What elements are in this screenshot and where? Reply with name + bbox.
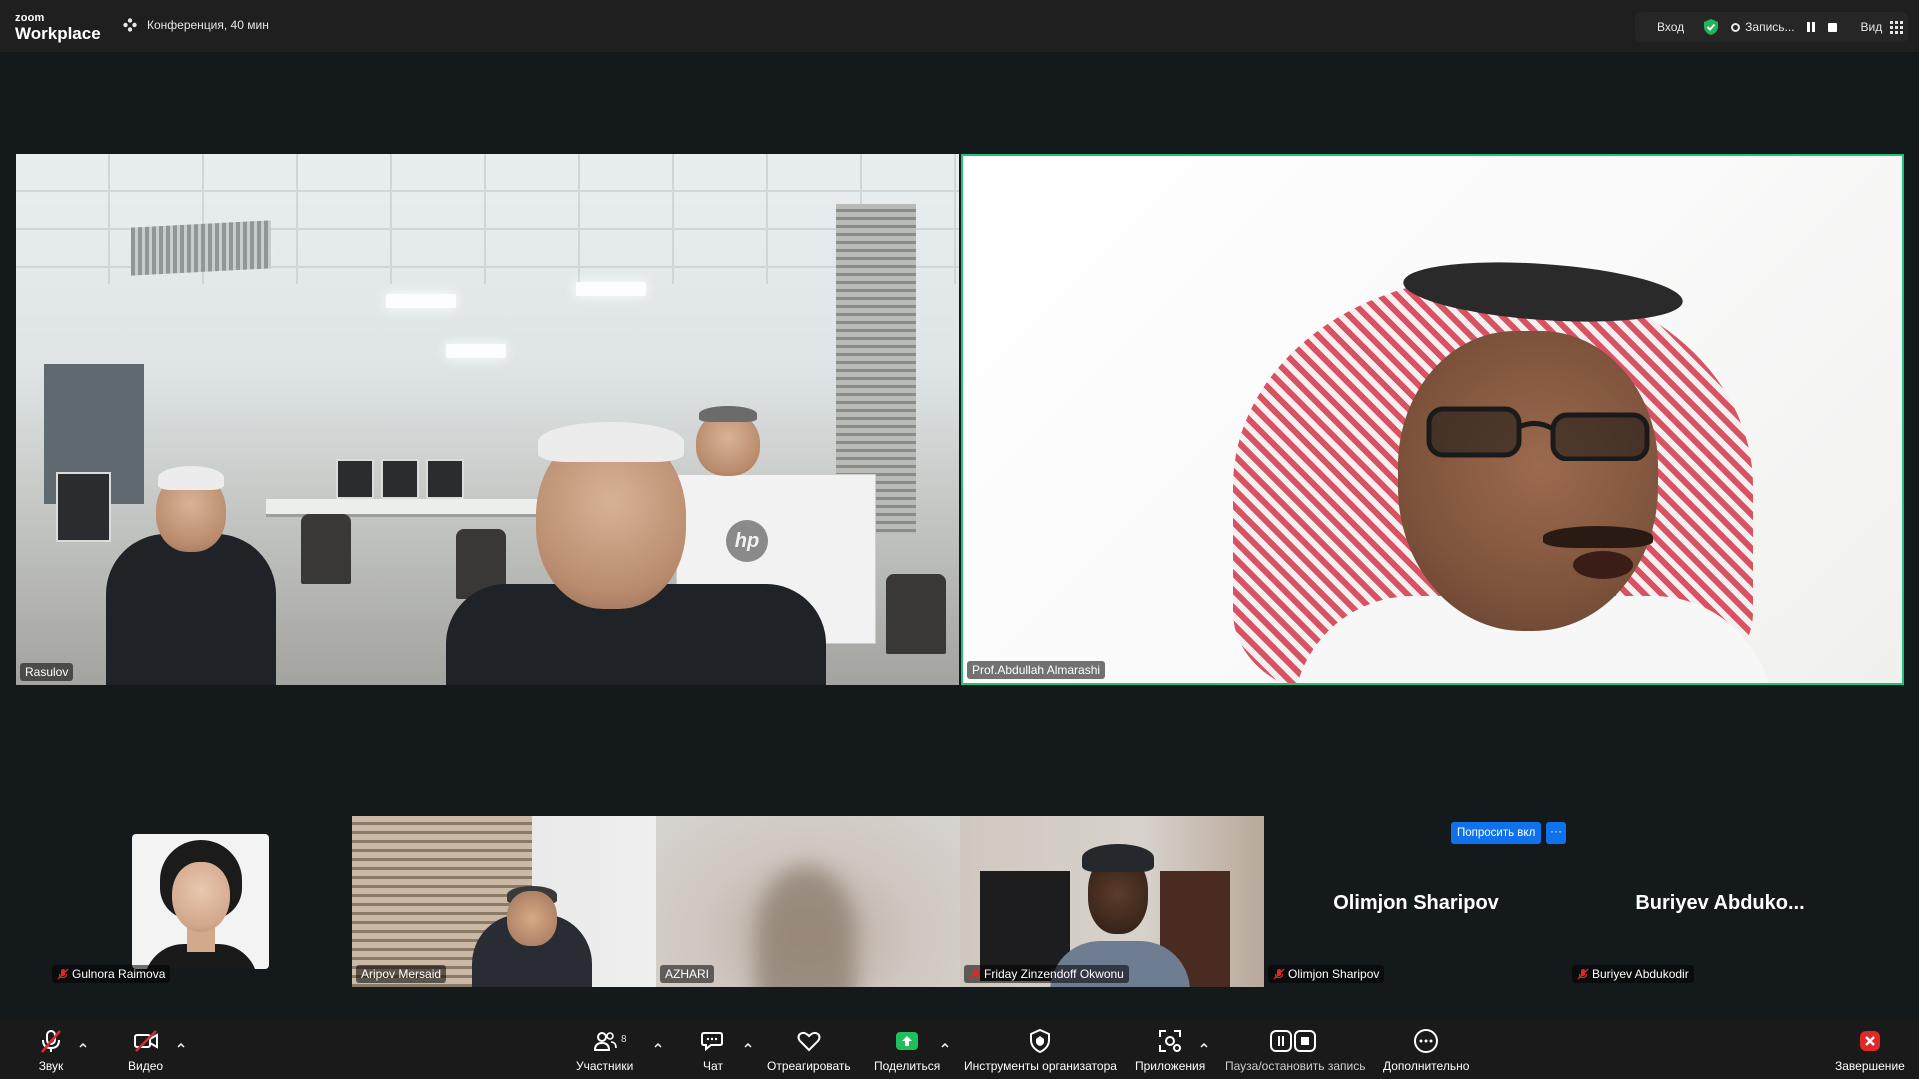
more-button[interactable]: Дополнительно: [1383, 1028, 1469, 1073]
participant-name-tag: Aripov Mersaid: [356, 965, 447, 983]
react-button[interactable]: Отреагировать: [767, 1028, 851, 1073]
video-tile-buriyev[interactable]: Buriyev Abduko... Buriyev Abdukodir: [1568, 816, 1872, 987]
participant-name: Buriyev Abdukodir: [1592, 967, 1689, 981]
top-bar: zoom Workplace Конференция, 40 мин Вход …: [0, 0, 1919, 52]
logo-big-text: Workplace: [15, 24, 101, 43]
apps-options-chevron-icon[interactable]: [1199, 1040, 1209, 1050]
avatar: [132, 834, 269, 969]
zoom-workplace-logo: zoom Workplace: [15, 12, 101, 43]
participant-display-name: Buriyev Abduko...: [1635, 892, 1805, 914]
pause-stop-icon: [1270, 1030, 1317, 1052]
chat-icon: [701, 1032, 723, 1052]
video-tile-rasulov[interactable]: hp Rasulov: [16, 154, 959, 685]
end-meeting-button[interactable]: Завершение: [1835, 1028, 1905, 1073]
meeting-info[interactable]: Конференция, 40 мин: [122, 17, 269, 33]
participants-options-chevron-icon[interactable]: [653, 1040, 663, 1050]
recording-indicator-icon: [1731, 22, 1741, 32]
participant-name: Olimjon Sharipov: [1288, 967, 1380, 981]
speaker-video: [963, 156, 1902, 683]
participant-name: Gulnora Raimova: [72, 967, 166, 981]
mic-muted-icon: [969, 968, 981, 980]
pause-stop-label: Пауза/остановить запись: [1225, 1059, 1366, 1073]
end-label: Завершение: [1835, 1059, 1905, 1073]
participants-label: Участники: [576, 1059, 634, 1073]
share-screen-icon: [896, 1032, 919, 1050]
audio-button[interactable]: Звук: [38, 1028, 64, 1073]
video-tile-friday[interactable]: Friday Zinzendoff Okwonu: [960, 816, 1264, 987]
mic-muted-icon: [57, 968, 69, 980]
chat-button[interactable]: Чат: [700, 1028, 726, 1073]
encryption-shield-icon[interactable]: [1702, 18, 1720, 36]
top-right-controls: Вход Запись... Вид: [1635, 12, 1908, 42]
close-icon: [1859, 1031, 1880, 1051]
video-label: Видео: [128, 1059, 164, 1073]
recording-label[interactable]: Запись...: [1745, 20, 1794, 34]
participant-name: Friday Zinzendoff Okwonu: [984, 967, 1124, 981]
audio-options-chevron-icon[interactable]: [78, 1040, 88, 1050]
participant-name: Rasulov: [25, 665, 69, 679]
share-options-chevron-icon[interactable]: [940, 1040, 950, 1050]
video-stage: hp Rasulov Prof.Abdullah Almarashi Gulno…: [0, 52, 1919, 1020]
participant-display-name: Olimjon Sharipov: [1333, 892, 1499, 914]
meeting-title: Конференция, 40 мин: [147, 18, 269, 32]
video-tile-azhari[interactable]: AZHARI: [656, 816, 960, 987]
participants-icon: [593, 1032, 617, 1051]
participant-name: Prof.Abdullah Almarashi: [972, 663, 1101, 677]
pause-recording-icon[interactable]: [1806, 22, 1815, 32]
participants-count-badge: 8: [621, 1034, 627, 1045]
gallery-grid-icon[interactable]: [1890, 20, 1904, 34]
participant-name-tag: Prof.Abdullah Almarashi: [967, 661, 1106, 679]
share-label: Поделиться: [874, 1059, 941, 1073]
host-tools-label: Инструменты организатора: [964, 1059, 1117, 1073]
view-button[interactable]: Вид: [1861, 20, 1883, 34]
participant-name-tag: AZHARI: [660, 965, 715, 983]
apps-icon: [1159, 1030, 1182, 1052]
more-label: Дополнительно: [1383, 1059, 1470, 1073]
apps-label: Приложения: [1135, 1059, 1206, 1073]
participant-more-button[interactable]: ···: [1546, 822, 1566, 844]
heart-icon: [797, 1031, 821, 1052]
mic-muted-icon: [1273, 968, 1285, 980]
participant-name: Aripov Mersaid: [361, 967, 442, 981]
more-icon: [1414, 1029, 1439, 1053]
video-tile-gulnora[interactable]: Gulnora Raimova: [48, 816, 352, 987]
video-tile-aripov[interactable]: Aripov Mersaid: [352, 816, 656, 987]
mic-muted-icon: [41, 1030, 61, 1053]
chat-options-chevron-icon[interactable]: [743, 1040, 753, 1050]
participant-name-tag: Friday Zinzendoff Okwonu: [964, 965, 1129, 983]
video-tile-active-speaker[interactable]: Prof.Abdullah Almarashi: [961, 154, 1904, 685]
video-options-chevron-icon[interactable]: [176, 1040, 186, 1050]
video-button[interactable]: Видео: [128, 1028, 163, 1073]
stop-recording-icon[interactable]: [1827, 22, 1837, 32]
pause-stop-recording-button[interactable]: Пауза/остановить запись: [1225, 1028, 1365, 1073]
hp-logo: hp: [726, 520, 768, 562]
mic-muted-icon: [1577, 968, 1589, 980]
ask-to-start-video-button[interactable]: Попросить вкл: [1451, 822, 1542, 844]
host-tools-button[interactable]: Инструменты организатора: [964, 1028, 1117, 1073]
video-off-icon: [133, 1030, 158, 1052]
audio-label: Звук: [38, 1059, 64, 1073]
signin-button[interactable]: Вход: [1657, 20, 1684, 34]
participant-name: AZHARI: [665, 967, 710, 981]
share-button[interactable]: Поделиться: [874, 1028, 940, 1073]
chat-label: Чат: [703, 1059, 723, 1073]
meeting-toolbar: Звук Видео Участники 8 Чат Отреагировать…: [0, 1020, 1919, 1079]
logo-small-text: zoom: [15, 12, 45, 24]
participant-name-tag: Olimjon Sharipov: [1268, 965, 1385, 983]
shield-icon: [1030, 1028, 1051, 1054]
meeting-info-icon: [123, 18, 137, 32]
participant-name-tag: Gulnora Raimova: [52, 965, 171, 983]
participant-name-tag: Rasulov: [20, 663, 74, 681]
react-label: Отреагировать: [767, 1059, 851, 1073]
participant-name-tag: Buriyev Abdukodir: [1572, 965, 1694, 983]
classroom-video: hp: [16, 154, 959, 685]
apps-button[interactable]: Приложения: [1135, 1028, 1205, 1073]
